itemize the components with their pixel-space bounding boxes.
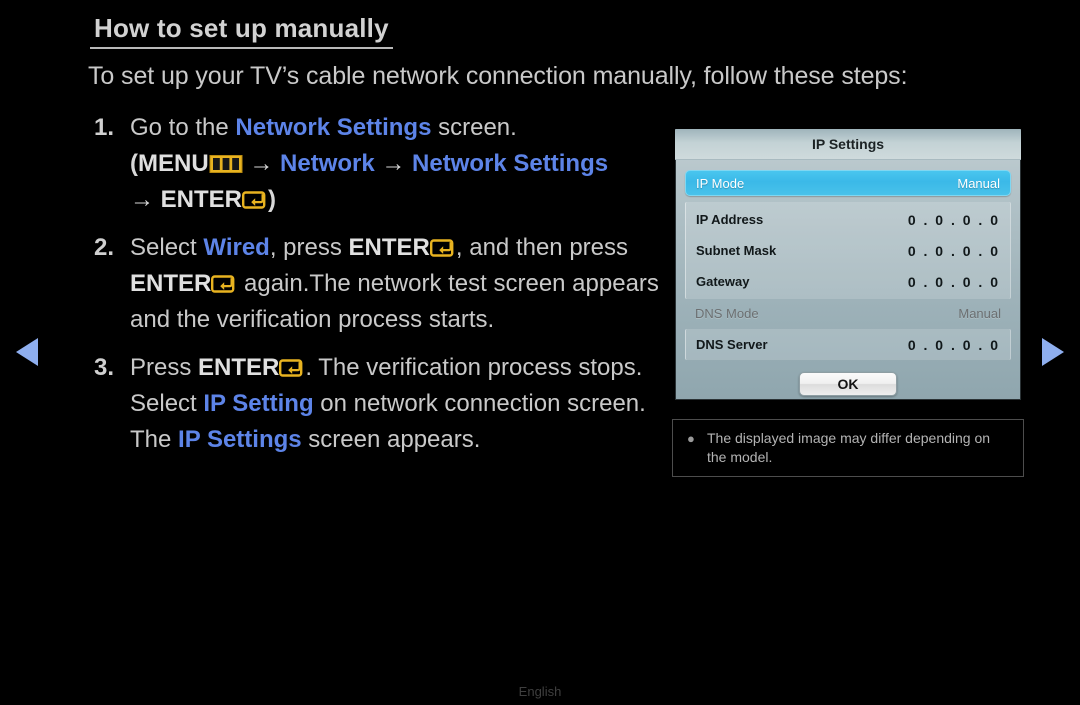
ip-settings-body: IP Mode Manual IP Address 0 . 0 . 0 . 0 … xyxy=(675,160,1021,396)
footer-language-label: English xyxy=(518,684,562,699)
subnet-mask-row[interactable]: Subnet Mask 0 . 0 . 0 . 0 xyxy=(686,235,1010,266)
step-3-ip-settings-screen: IP Settings xyxy=(178,426,302,453)
ip-settings-titlebar: IP Settings xyxy=(675,129,1021,160)
page-title: How to set up manually xyxy=(90,14,393,49)
step-1-text: Go to the Network Settings screen. (MENU… xyxy=(130,110,664,218)
ip-mode-label: IP Mode xyxy=(696,175,745,191)
ip-address-value: 0 . 0 . 0 . 0 xyxy=(907,211,1000,228)
note-box: ● The displayed image may differ dependi… xyxy=(672,419,1024,477)
step-3-number: 3. xyxy=(94,354,115,381)
ok-button[interactable]: OK xyxy=(799,372,897,396)
step-1-number: 1. xyxy=(94,114,115,141)
step-1-network-settings-link-2: Network Settings xyxy=(412,150,609,177)
step-3-text: Press ENTER. The verification process st… xyxy=(130,350,664,458)
step-1-paren-close: ) xyxy=(268,186,277,213)
dns-mode-row[interactable]: DNS Mode Manual xyxy=(685,299,1011,327)
step-3-enter-label: ENTER xyxy=(198,354,280,381)
step-1-arrow-3: → xyxy=(130,186,161,213)
step-1-paren-open: ( xyxy=(130,150,138,177)
step-1: 1. Go to the Network Settings screen. (M… xyxy=(94,110,664,218)
gateway-row[interactable]: Gateway 0 . 0 . 0 . 0 xyxy=(686,266,1010,297)
dns-server-row[interactable]: DNS Server 0 . 0 . 0 . 0 xyxy=(686,329,1010,360)
step-3-suffix: screen appears. xyxy=(301,426,481,453)
step-1-enter-label: ENTER xyxy=(160,186,243,213)
step-3: 3. Press ENTER. The verification process… xyxy=(94,350,664,458)
dns-server-label: DNS Server xyxy=(696,337,768,352)
enter-key-icon xyxy=(242,190,268,210)
ip-settings-dialog: IP Settings IP Mode Manual IP Address 0 … xyxy=(672,126,1024,403)
step-1-arrow-2: → xyxy=(374,150,413,177)
subnet-mask-value: 0 . 0 . 0 . 0 xyxy=(907,242,1000,259)
ip-mode-row[interactable]: IP Mode Manual xyxy=(685,170,1011,196)
step-3-ip-setting-option: IP Setting xyxy=(203,390,314,417)
gateway-label: Gateway xyxy=(696,274,750,289)
steps-list: 1. Go to the Network Settings screen. (M… xyxy=(94,110,664,470)
step-2-enter-label-1: ENTER xyxy=(348,234,430,261)
step-2-prefix: Select xyxy=(130,234,204,261)
note-text: The displayed image may differ depending… xyxy=(707,430,991,465)
dns-server-group: DNS Server 0 . 0 . 0 . 0 xyxy=(685,329,1011,360)
triangle-left-icon[interactable] xyxy=(16,338,38,366)
step-2-mid-2: , and then press xyxy=(455,234,629,261)
step-2-text: Select Wired, press ENTER , and then pres… xyxy=(130,230,664,338)
enter-key-icon xyxy=(279,358,305,378)
step-2-mid-1: , press xyxy=(269,234,349,261)
dns-mode-label: DNS Mode xyxy=(695,305,759,321)
step-2-number: 2. xyxy=(94,234,115,261)
enter-key-icon xyxy=(211,274,237,294)
step-1-arrow-1: → xyxy=(242,150,281,177)
ip-address-group: IP Address 0 . 0 . 0 . 0 Subnet Mask 0 .… xyxy=(685,202,1011,299)
step-2: 2. Select Wired, press ENTER , and then p… xyxy=(94,230,664,338)
gateway-value: 0 . 0 . 0 . 0 xyxy=(907,273,1000,290)
triangle-right-icon[interactable] xyxy=(1042,338,1064,366)
note-bullet-icon: ● xyxy=(687,431,695,446)
ip-mode-value: Manual xyxy=(957,175,1000,191)
subnet-mask-label: Subnet Mask xyxy=(696,243,777,258)
step-2-enter-label-2: ENTER xyxy=(130,270,212,297)
step-1-network-settings-link: Network Settings xyxy=(235,114,432,141)
dns-server-value: 0 . 0 . 0 . 0 xyxy=(907,336,1000,353)
ip-address-row[interactable]: IP Address 0 . 0 . 0 . 0 xyxy=(686,204,1010,235)
ip-address-label: IP Address xyxy=(696,212,764,227)
menu-key-icon xyxy=(209,154,243,174)
ok-button-container: OK xyxy=(685,372,1011,396)
intro-paragraph: To set up your TV’s cable network connec… xyxy=(88,62,908,90)
step-2-wired-option: Wired xyxy=(203,234,270,261)
step-1-menu-label: MENU xyxy=(138,150,209,177)
enter-key-icon xyxy=(429,238,456,258)
step-1-network-link: Network xyxy=(280,150,375,177)
step-3-prefix: Press xyxy=(130,354,199,381)
step-1-line1-prefix: Go to the xyxy=(130,114,236,141)
step-1-line1-suffix: screen. xyxy=(431,114,517,141)
dns-mode-value: Manual xyxy=(958,305,1001,321)
ip-settings-title: IP Settings xyxy=(811,136,885,152)
